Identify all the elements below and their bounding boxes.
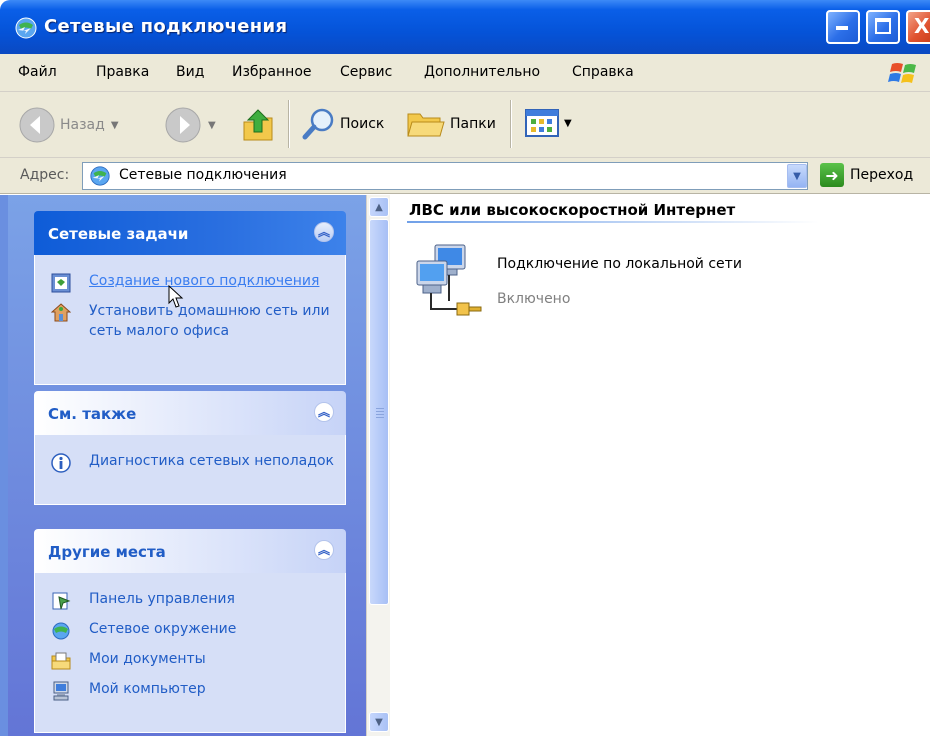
collapse-icon[interactable]: ︽ <box>314 540 334 560</box>
network-tasks-body: Создание нового подключения Установить д… <box>34 255 346 385</box>
network-tasks-panel: Сетевые задачи ︽ Создание нового подключ… <box>34 211 346 385</box>
home-network-icon <box>51 303 71 322</box>
place-network-neighborhood[interactable]: Сетевое окружение <box>35 619 345 643</box>
windows-logo-icon <box>888 63 916 83</box>
window-left-border <box>0 195 8 736</box>
menu-file[interactable]: Файл <box>18 64 57 80</box>
panel-title: Другие места <box>48 543 166 561</box>
new-connection-icon <box>51 273 71 293</box>
folders-button[interactable]: Папки <box>406 106 496 142</box>
task-pane: Сетевые задачи ︽ Создание нового подключ… <box>0 195 366 736</box>
scroll-thumb[interactable] <box>369 219 389 605</box>
menu-tools[interactable]: Сервис <box>340 64 392 80</box>
network-places-icon <box>52 622 70 640</box>
other-places-panel: Другие места ︽ Панель управления Сетевое… <box>34 529 346 733</box>
menu-advanced[interactable]: Дополнительно <box>424 64 540 80</box>
other-places-body: Панель управления Сетевое окружение Мои … <box>34 573 346 733</box>
collapse-icon[interactable]: ︽ <box>314 222 334 242</box>
task-label: Диагностика сетевых неполадок <box>89 453 334 469</box>
go-label: Переход <box>850 167 914 183</box>
task-new-connection[interactable]: Создание нового подключения <box>35 271 345 295</box>
go-button[interactable]: ➜ Переход <box>820 163 913 187</box>
title-bar[interactable]: Сетевые подключения X <box>0 0 930 54</box>
task-label: Создание нового подключения <box>89 273 320 289</box>
place-control-panel[interactable]: Панель управления <box>35 589 345 613</box>
address-label: Адрес: <box>20 167 70 183</box>
file-list-area: ЛВС или высокоскоростной Интернет Подклю… <box>391 195 930 736</box>
menu-bar: Файл Правка Вид Избранное Сервис Дополни… <box>0 54 930 92</box>
views-button[interactable]: ▼ <box>524 106 572 140</box>
place-my-documents[interactable]: Мои документы <box>35 649 345 673</box>
menu-help[interactable]: Справка <box>572 64 634 80</box>
scroll-down-button[interactable]: ▼ <box>369 712 389 732</box>
forward-arrow-icon <box>165 107 201 143</box>
task-troubleshoot[interactable]: Диагностика сетевых неполадок <box>35 451 345 475</box>
group-divider <box>407 221 819 223</box>
place-label: Мои документы <box>89 651 206 667</box>
views-icon <box>525 109 559 137</box>
go-arrow-icon: ➜ <box>820 163 844 187</box>
back-dropdown-icon[interactable]: ▼ <box>111 120 119 131</box>
my-documents-icon <box>51 652 71 670</box>
mouse-cursor-icon <box>168 285 184 308</box>
menu-edit[interactable]: Правка <box>96 64 149 80</box>
network-tasks-header[interactable]: Сетевые задачи ︽ <box>34 211 346 255</box>
forward-dropdown-icon[interactable]: ▼ <box>208 120 216 131</box>
close-icon: X <box>914 14 930 38</box>
folders-label: Папки <box>450 116 496 132</box>
close-button[interactable]: X <box>906 10 930 44</box>
minimize-button[interactable] <box>826 10 860 44</box>
control-panel-icon <box>52 592 71 610</box>
place-label: Панель управления <box>89 591 235 607</box>
search-label: Поиск <box>340 116 385 132</box>
address-input[interactable]: Сетевые подключения ▼ <box>82 162 808 190</box>
toolbar: Назад ▼ ▼ Поиск Папки ▼ <box>0 92 930 158</box>
address-dropdown-icon[interactable]: ▼ <box>787 164 807 188</box>
connection-status: Включено <box>497 291 571 307</box>
maximize-button[interactable] <box>866 10 900 44</box>
see-also-body: Диагностика сетевых неполадок <box>34 435 346 505</box>
place-my-computer[interactable]: Мой компьютер <box>35 679 345 703</box>
lan-connection-icon[interactable] <box>413 241 487 319</box>
my-computer-icon <box>53 681 69 701</box>
scroll-up-button[interactable]: ▲ <box>369 197 389 217</box>
back-button[interactable]: Назад ▼ <box>18 106 119 144</box>
network-connections-icon <box>90 166 110 186</box>
up-folder-icon <box>243 109 273 141</box>
address-value: Сетевые подключения <box>119 167 287 183</box>
place-label: Сетевое окружение <box>89 621 237 637</box>
menu-view[interactable]: Вид <box>176 64 204 80</box>
views-dropdown-icon[interactable]: ▼ <box>564 118 572 129</box>
search-button[interactable]: Поиск <box>302 106 384 142</box>
up-folder-button[interactable] <box>240 106 276 144</box>
task-pane-scrollbar[interactable]: ▲ ▼ <box>366 195 390 736</box>
folders-icon <box>407 113 445 137</box>
panel-title: Сетевые задачи <box>48 225 189 243</box>
group-header: ЛВС или высокоскоростной Интернет <box>409 201 736 219</box>
address-bar: Адрес: Сетевые подключения ▼ ➜ Переход <box>0 158 930 194</box>
panel-title: См. также <box>48 405 137 423</box>
info-icon <box>51 453 71 473</box>
connection-name[interactable]: Подключение по локальной сети <box>497 255 747 273</box>
forward-button[interactable]: ▼ <box>164 106 216 144</box>
other-places-header[interactable]: Другие места ︽ <box>34 529 346 573</box>
task-label: Установить домашнюю сеть или сеть малого… <box>89 303 330 339</box>
window-title: Сетевые подключения <box>44 16 288 37</box>
back-label: Назад <box>60 117 105 133</box>
network-connections-icon <box>15 17 37 39</box>
see-also-header[interactable]: См. также ︽ <box>34 391 346 435</box>
place-label: Мой компьютер <box>89 681 206 697</box>
task-home-network[interactable]: Установить домашнюю сеть или сеть малого… <box>35 301 345 341</box>
menu-favorites[interactable]: Избранное <box>232 64 312 80</box>
collapse-icon[interactable]: ︽ <box>314 402 334 422</box>
back-arrow-icon <box>19 107 55 143</box>
search-icon <box>302 108 334 140</box>
see-also-panel: См. также ︽ Диагностика сетевых неполадо… <box>34 391 346 505</box>
